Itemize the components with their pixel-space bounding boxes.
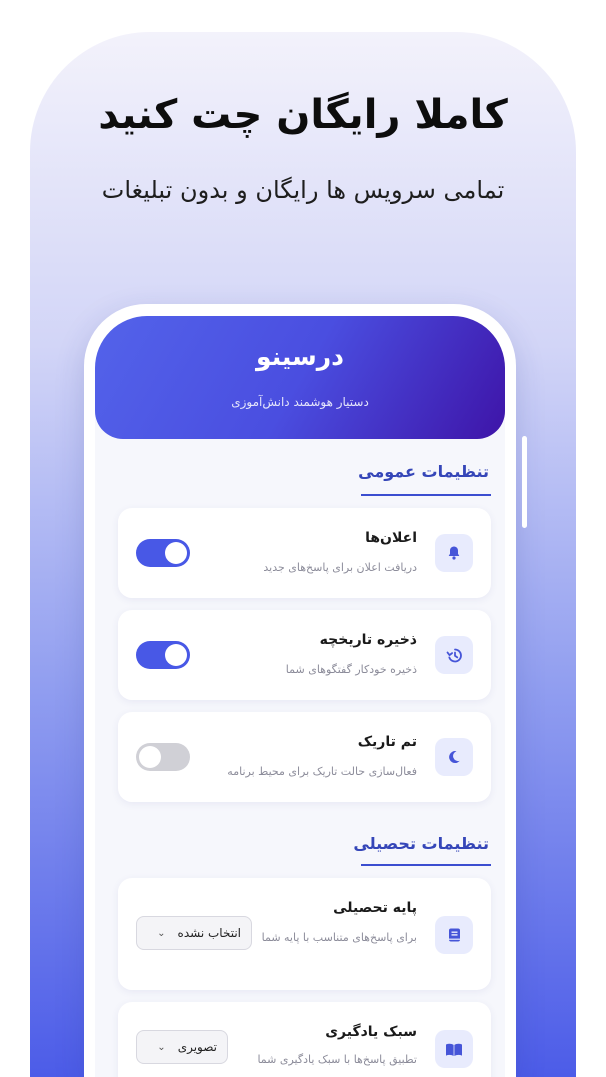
setting-description: ذخیره خودکار گفتگوهای شما — [285, 663, 417, 676]
setting-description: فعال‌سازی حالت تاریک برای محیط برنامه — [227, 765, 417, 778]
toggle-knob — [139, 746, 161, 768]
dark-theme-toggle[interactable] — [136, 743, 190, 771]
app-screen: درسینو دستیار هوشمند دانش‌آموزی تنظیمات … — [95, 316, 505, 1077]
app-title: درسینو — [256, 342, 344, 371]
book-icon — [435, 916, 473, 954]
setting-card-learning-style: سبک یادگیری تطبیق پاسخ‌ها با سبک یادگیری… — [118, 1002, 491, 1077]
setting-title: سبک یادگیری — [325, 1024, 417, 1040]
learning-style-select[interactable]: تصویری ⌄ — [136, 1030, 228, 1064]
setting-description: تطبیق پاسخ‌ها با سبک یادگیری شما — [257, 1053, 417, 1066]
setting-card-history: ذخیره تاریخچه ذخیره خودکار گفتگوهای شما — [118, 610, 491, 700]
setting-description: دریافت اعلان برای پاسخ‌های جدید — [263, 561, 417, 574]
section-title-academic: تنظیمات تحصیلی — [353, 834, 489, 853]
moon-icon — [435, 738, 473, 776]
setting-title: پایه تحصیلی — [333, 900, 417, 916]
promo-subline: تمامی سرویس ها رایگان و بدون تبلیغات — [101, 176, 505, 204]
setting-card-dark-theme: تم تاریک فعال‌سازی حالت تاریک برای محیط … — [118, 712, 491, 802]
notifications-toggle[interactable] — [136, 539, 190, 567]
history-toggle[interactable] — [136, 641, 190, 669]
toggle-knob — [165, 542, 187, 564]
scroll-indicator[interactable] — [522, 436, 527, 528]
chevron-down-icon: ⌄ — [157, 927, 166, 939]
setting-title: تم تاریک — [357, 734, 417, 750]
history-icon — [435, 636, 473, 674]
section-underline — [361, 864, 491, 866]
promo-headline: کاملا رایگان چت کنید — [98, 92, 509, 138]
select-value: تصویری — [177, 1040, 217, 1054]
setting-title: اعلان‌ها — [365, 530, 417, 546]
app-header: درسینو دستیار هوشمند دانش‌آموزی — [95, 316, 505, 439]
chevron-down-icon: ⌄ — [157, 1041, 166, 1053]
setting-card-notifications: اعلان‌ها دریافت اعلان برای پاسخ‌های جدید — [118, 508, 491, 598]
section-underline — [361, 494, 491, 496]
section-title-general: تنظیمات عمومی — [358, 462, 489, 481]
open-book-icon — [435, 1030, 473, 1068]
setting-description: برای پاسخ‌های متناسب با پایه شما — [261, 931, 417, 944]
bell-icon — [435, 534, 473, 572]
toggle-knob — [165, 644, 187, 666]
setting-card-grade: پایه تحصیلی برای پاسخ‌های متناسب با پایه… — [118, 878, 491, 990]
setting-title: ذخیره تاریخچه — [319, 632, 417, 648]
select-value: انتخاب نشده — [177, 926, 241, 940]
grade-select[interactable]: انتخاب نشده ⌄ — [136, 916, 252, 950]
app-subtitle: دستیار هوشمند دانش‌آموزی — [231, 395, 369, 409]
